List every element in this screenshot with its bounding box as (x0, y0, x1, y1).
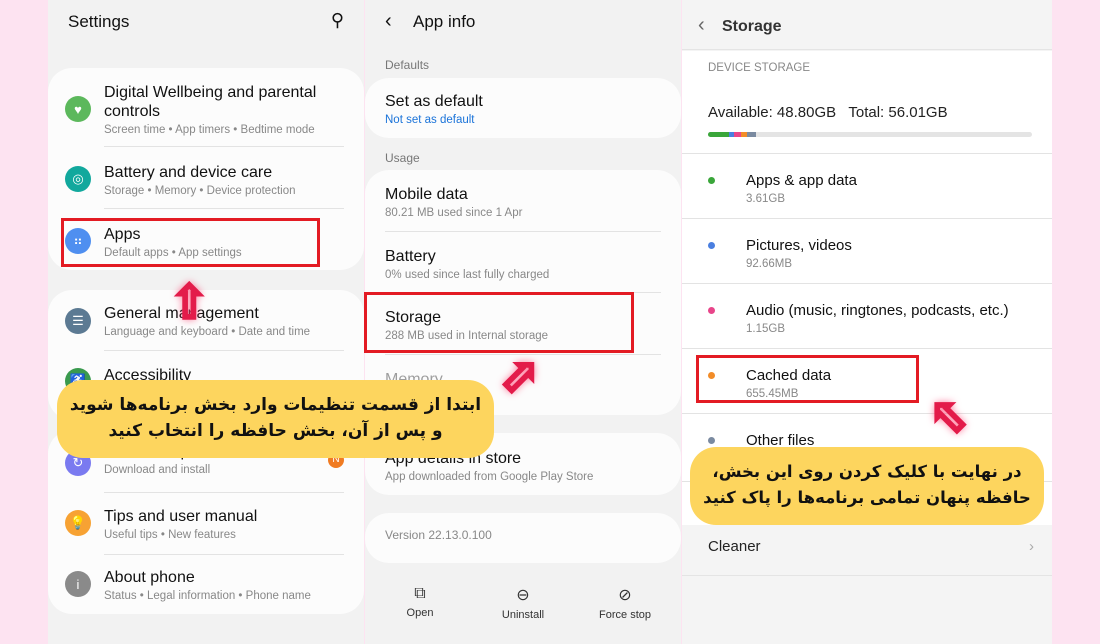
storage-item-pictures[interactable]: Pictures, videos 92.66MB (708, 236, 1032, 270)
apps-highlight-box (61, 218, 320, 267)
item-title: About phone (104, 569, 195, 586)
bubble-text: در نهایت با کلیک کردن روی این بخش، (712, 462, 1022, 481)
cached-data-highlight-box (696, 355, 919, 403)
dot-icon (708, 177, 715, 184)
bubble-text: حافظه پنهان تمامی برنامه‌ها را پاک کنید (703, 488, 1031, 507)
settings-item-tips[interactable]: Tips and user manual Useful tips • New fe… (104, 507, 344, 541)
dot-icon (708, 437, 715, 444)
force-stop-icon: ⊘ (618, 587, 632, 604)
item-title: Mobile data (385, 186, 468, 203)
divider (104, 350, 344, 351)
force-stop-button[interactable]: ⊘ Force stop (585, 585, 665, 621)
item-sub: 80.21 MB used since 1 Apr (385, 207, 523, 219)
storage-usage-bar (708, 132, 1032, 137)
item-sub: Not set as default (385, 114, 475, 126)
open-external-icon: ⧉ (414, 585, 426, 602)
item-size: 92.66MB (746, 258, 793, 270)
instruction-bubble-1: ابتدا از قسمت تنظیمات وارد بخش برنامه‌ها… (57, 380, 494, 458)
divider (682, 413, 1052, 414)
item-sub: Screen time • App timers • Bedtime mode (104, 124, 315, 136)
uninstall-icon: ⊖ (516, 587, 530, 604)
arrow-up-icon: ⇧ (169, 275, 210, 329)
search-icon[interactable]: ⚲ (331, 10, 344, 31)
dot-icon (708, 307, 715, 314)
divider (104, 492, 344, 493)
item-sub: Useful tips • New features (104, 529, 236, 541)
wellbeing-icon: ♥ (65, 96, 91, 122)
defaults-card: Set as default Not set as default (365, 78, 681, 138)
settings-item-about-phone[interactable]: About phone Status • Legal information • … (104, 568, 344, 602)
info-icon: i (65, 571, 91, 597)
version-card: Version 22.13.0.100 (365, 513, 681, 563)
item-sub: 0% used since last fully charged (385, 269, 550, 281)
item-title: Audio (music, ringtones, podcasts, etc.) (746, 302, 1009, 319)
settings-item-digital-wellbeing[interactable]: Digital Wellbeing and parental controls S… (104, 83, 344, 136)
item-title: Tips and user manual (104, 508, 258, 525)
storage-item-audio[interactable]: Audio (music, ringtones, podcasts, etc.)… (708, 301, 1032, 335)
device-care-icon: ◎ (65, 166, 91, 192)
defaults-label: Defaults (385, 58, 430, 72)
storage-screen: ‹ Storage DEVICE STORAGE Available: 48.8… (682, 0, 1052, 644)
bar-other (747, 132, 756, 137)
version-text: Version 22.13.0.100 (385, 528, 492, 542)
storage-item-apps[interactable]: Apps & app data 3.61GB (708, 171, 1032, 205)
divider (682, 575, 1052, 576)
item-sub: Language and keyboard • Date and time (104, 326, 311, 338)
button-label: Uninstall (501, 609, 545, 621)
item-title: Battery (385, 248, 436, 265)
button-label: Open (406, 607, 434, 619)
divider (682, 218, 1052, 219)
item-size: 1.15GB (746, 323, 785, 335)
item-title: Apps & app data (746, 172, 857, 189)
back-icon[interactable]: ‹ (698, 14, 705, 37)
bubble-text: ابتدا از قسمت تنظیمات وارد بخش برنامه‌ها… (69, 395, 482, 415)
set-as-default[interactable]: Set as default Not set as default (385, 92, 661, 126)
divider (104, 208, 344, 209)
item-sub: Status • Legal information • Phone name (104, 590, 311, 602)
item-title: Set as default (385, 93, 483, 110)
divider (104, 554, 344, 555)
cleaner-row[interactable]: Cleaner › (708, 538, 1034, 555)
settings-item-battery[interactable]: Battery and device care Storage • Memory … (104, 163, 344, 197)
item-sub: App downloaded from Google Play Store (385, 471, 594, 483)
instruction-bubble-2: در نهایت با کلیک کردن روی این بخش، حافظه… (690, 447, 1044, 525)
app-info-title: App info (413, 12, 476, 31)
tips-icon: 💡 (65, 510, 91, 536)
usage-label: Usage (385, 151, 420, 165)
item-title: Digital Wellbeing and parental controls (104, 84, 317, 120)
bar-audio (734, 132, 741, 137)
uninstall-button[interactable]: ⊖ Uninstall (483, 585, 563, 621)
chevron-right-icon: › (1029, 538, 1034, 555)
usage-battery[interactable]: Battery 0% used since last fully charged (385, 247, 661, 281)
storage-available-total: Available: 48.80GB Total: 56.01GB (708, 104, 948, 121)
bar-apps (708, 132, 729, 137)
back-icon[interactable]: ‹ (385, 10, 392, 33)
storage-title: Storage (722, 18, 782, 35)
divider (385, 231, 661, 232)
item-sub: Download and install (104, 464, 211, 476)
item-size: 3.61GB (746, 193, 785, 205)
item-title: General management (104, 305, 259, 322)
divider (104, 146, 344, 147)
storage-highlight-box (364, 292, 634, 353)
cleaner-label: Cleaner (708, 538, 761, 555)
divider (682, 153, 1052, 154)
settings-item-general[interactable]: General management Language and keyboard … (104, 304, 344, 338)
usage-mobile-data[interactable]: Mobile data 80.21 MB used since 1 Apr (385, 185, 661, 219)
button-label: Force stop (599, 609, 651, 621)
divider (682, 283, 1052, 284)
item-title: Pictures, videos (746, 237, 852, 254)
dot-icon (708, 242, 715, 249)
divider (682, 348, 1052, 349)
settings-title: Settings (68, 12, 130, 31)
open-button[interactable]: ⧉ Open (380, 585, 460, 619)
bubble-text: و پس از آن، بخش حافظه را انتخاب کنید (108, 421, 443, 441)
sliders-icon: ☰ (65, 308, 91, 334)
item-sub: Storage • Memory • Device protection (104, 185, 296, 197)
storage-header: ‹ Storage (682, 0, 1052, 50)
device-storage-label: DEVICE STORAGE (708, 62, 811, 74)
item-title: Battery and device care (104, 164, 273, 181)
